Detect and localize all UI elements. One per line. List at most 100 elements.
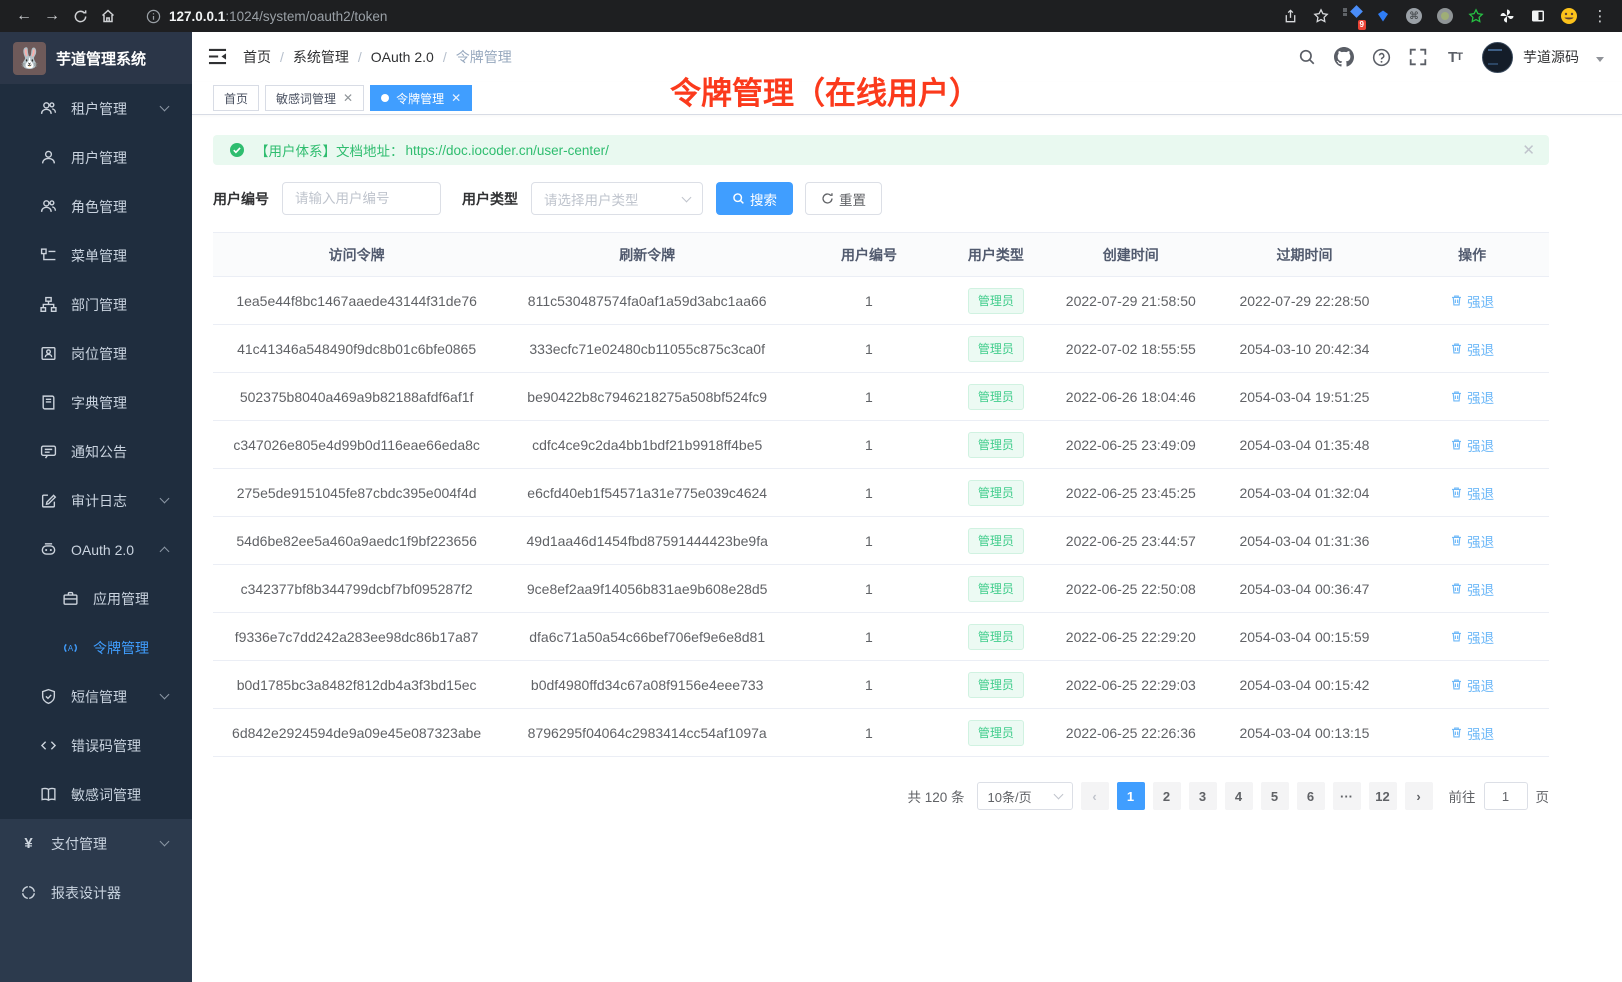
- breadcrumb-item[interactable]: 首页: [243, 47, 271, 67]
- sidebar-item-pay[interactable]: ¥支付管理: [0, 819, 192, 868]
- sidebar-item-oauth2[interactable]: OAuth 2.0: [0, 525, 192, 574]
- user-name[interactable]: 芋道源码: [1523, 47, 1579, 67]
- prev-page-button[interactable]: ‹: [1081, 782, 1109, 810]
- extension-pinwheel-icon[interactable]: [1495, 4, 1519, 28]
- force-logout-label: 强退: [1467, 675, 1494, 695]
- sidebar-item-user[interactable]: 用户管理: [0, 133, 192, 182]
- user-icon: [40, 149, 57, 166]
- force-logout-button[interactable]: 强退: [1450, 579, 1494, 599]
- sidebar-item-tenant[interactable]: 租户管理: [0, 84, 192, 133]
- search-button[interactable]: 搜索: [716, 182, 793, 215]
- user-id-input[interactable]: [282, 182, 441, 215]
- user-id-cell: 1: [794, 277, 944, 325]
- sidebar-item-error-code[interactable]: 错误码管理: [0, 721, 192, 770]
- search-icon[interactable]: [1297, 47, 1317, 67]
- table-row: 54d6be82ee5a460a9aedc1f9bf22365649d1aa46…: [213, 517, 1549, 565]
- goto-page-input[interactable]: [1484, 782, 1528, 810]
- force-logout-button[interactable]: 强退: [1450, 387, 1494, 407]
- extension-grid-diamond-icon[interactable]: 9: [1340, 4, 1364, 28]
- help-icon[interactable]: [1371, 47, 1391, 67]
- force-logout-button[interactable]: 强退: [1450, 483, 1494, 503]
- sidebar-item-role[interactable]: 角色管理: [0, 182, 192, 231]
- page-button-4[interactable]: 4: [1225, 782, 1253, 810]
- font-size-icon[interactable]: TT: [1445, 47, 1465, 67]
- next-page-button[interactable]: ›: [1405, 782, 1433, 810]
- active-tab-dot: [381, 94, 389, 102]
- expire-time-cell: 2054-03-04 01:32:04: [1214, 469, 1396, 517]
- tab-close-icon[interactable]: ✕: [343, 92, 353, 104]
- force-logout-button[interactable]: 强退: [1450, 531, 1494, 551]
- browser-forward-icon[interactable]: →: [38, 2, 66, 30]
- breadcrumb-item: 令牌管理: [456, 47, 512, 67]
- browser-home-icon[interactable]: [94, 2, 122, 30]
- share-icon[interactable]: [1278, 4, 1302, 28]
- sidebar-item-post[interactable]: 岗位管理: [0, 329, 192, 378]
- browser-reload-icon[interactable]: [66, 2, 94, 30]
- site-info-icon[interactable]: [146, 9, 161, 24]
- tab-令牌管理[interactable]: 令牌管理✕: [370, 85, 472, 111]
- sidebar-item-menu[interactable]: 菜单管理: [0, 231, 192, 280]
- filter-form: 用户编号 用户类型 请选择用户类型 搜索 重置: [213, 182, 1549, 215]
- sidebar-fold-icon[interactable]: [207, 46, 229, 68]
- sidebar-item-notice[interactable]: 通知公告: [0, 427, 192, 476]
- page-size-select[interactable]: 10条/页: [977, 782, 1073, 810]
- banner-doc-link[interactable]: https://doc.iocoder.cn/user-center/: [406, 143, 609, 158]
- banner-close-icon[interactable]: ✕: [1522, 141, 1535, 159]
- browser-menu-icon[interactable]: ⋮: [1588, 4, 1612, 28]
- page-button-2[interactable]: 2: [1153, 782, 1181, 810]
- yen-icon: ¥: [20, 835, 37, 852]
- sidebar-item-sensitive-word[interactable]: 敏感词管理: [0, 770, 192, 819]
- page-button-6[interactable]: 6: [1297, 782, 1325, 810]
- page-button-5[interactable]: 5: [1261, 782, 1289, 810]
- page-button-1[interactable]: 1: [1117, 782, 1145, 810]
- sidebar-item-label: 短信管理: [71, 687, 127, 707]
- fullscreen-icon[interactable]: [1408, 47, 1428, 67]
- breadcrumb-item[interactable]: OAuth 2.0: [371, 49, 434, 65]
- user-menu-caret-icon[interactable]: [1596, 57, 1604, 62]
- user-avatar[interactable]: [1482, 42, 1513, 73]
- column-header: 刷新令牌: [500, 233, 794, 277]
- breadcrumb-item[interactable]: 系统管理: [293, 47, 349, 67]
- refresh-token-cell: be90422b8c7946218275a508bf524fc9: [500, 373, 794, 421]
- app-logo[interactable]: 🐰 芋道管理系统: [0, 32, 192, 84]
- action-cell: 强退: [1395, 373, 1549, 421]
- tab-close-icon[interactable]: ✕: [451, 92, 461, 104]
- sidebar-item-dict[interactable]: 字典管理: [0, 378, 192, 427]
- extension-gem-icon[interactable]: [1371, 4, 1395, 28]
- tab-敏感词管理[interactable]: 敏感词管理✕: [265, 85, 364, 111]
- extension-sidebar-icon[interactable]: [1526, 4, 1550, 28]
- sidebar-item-report-designer[interactable]: 报表设计器: [0, 868, 192, 917]
- github-icon[interactable]: [1334, 47, 1354, 67]
- reset-button[interactable]: 重置: [805, 182, 882, 215]
- force-logout-button[interactable]: 强退: [1450, 675, 1494, 695]
- force-logout-button[interactable]: 强退: [1450, 723, 1494, 743]
- force-logout-button[interactable]: 强退: [1450, 291, 1494, 311]
- profile-avatar-emoji[interactable]: [1557, 4, 1581, 28]
- force-logout-button[interactable]: 强退: [1450, 435, 1494, 455]
- sidebar-item-sms[interactable]: 短信管理: [0, 672, 192, 721]
- extension-green-star-icon[interactable]: [1464, 4, 1488, 28]
- url-bar[interactable]: 127.0.0.1:1024/system/oauth2/token: [132, 2, 1266, 30]
- force-logout-button[interactable]: 强退: [1450, 339, 1494, 359]
- sidebar-item-oauth2-app[interactable]: 应用管理: [0, 574, 192, 623]
- message-icon: [40, 443, 57, 460]
- refresh-token-cell: cdfc4ce9c2da4bb1bdf21b9918ff4be5: [500, 421, 794, 469]
- tab-首页[interactable]: 首页: [213, 85, 259, 111]
- action-cell: 强退: [1395, 469, 1549, 517]
- page-ellipsis-button[interactable]: ···: [1333, 782, 1361, 810]
- page-button-12[interactable]: 12: [1369, 782, 1397, 810]
- page-button-3[interactable]: 3: [1189, 782, 1217, 810]
- force-logout-button[interactable]: 强退: [1450, 627, 1494, 647]
- chevron-down-icon: [160, 837, 170, 847]
- refresh-token-cell: b0df4980ffd34c67a08f9156e4eee733: [500, 661, 794, 709]
- table-row: c342377bf8b344799dcbf7bf095287f29ce8ef2a…: [213, 565, 1549, 613]
- bookmark-star-icon[interactable]: [1309, 4, 1333, 28]
- sidebar-item-oauth2-token[interactable]: A令牌管理: [0, 623, 192, 672]
- extension-record-icon[interactable]: [1433, 4, 1457, 28]
- extension-command-icon[interactable]: ⌘: [1402, 4, 1426, 28]
- user-type-select[interactable]: 请选择用户类型: [531, 182, 703, 215]
- sidebar-item-dept[interactable]: 部门管理: [0, 280, 192, 329]
- column-header: 用户类型: [944, 233, 1048, 277]
- sidebar-item-audit-log[interactable]: 审计日志: [0, 476, 192, 525]
- browser-back-icon[interactable]: ←: [10, 2, 38, 30]
